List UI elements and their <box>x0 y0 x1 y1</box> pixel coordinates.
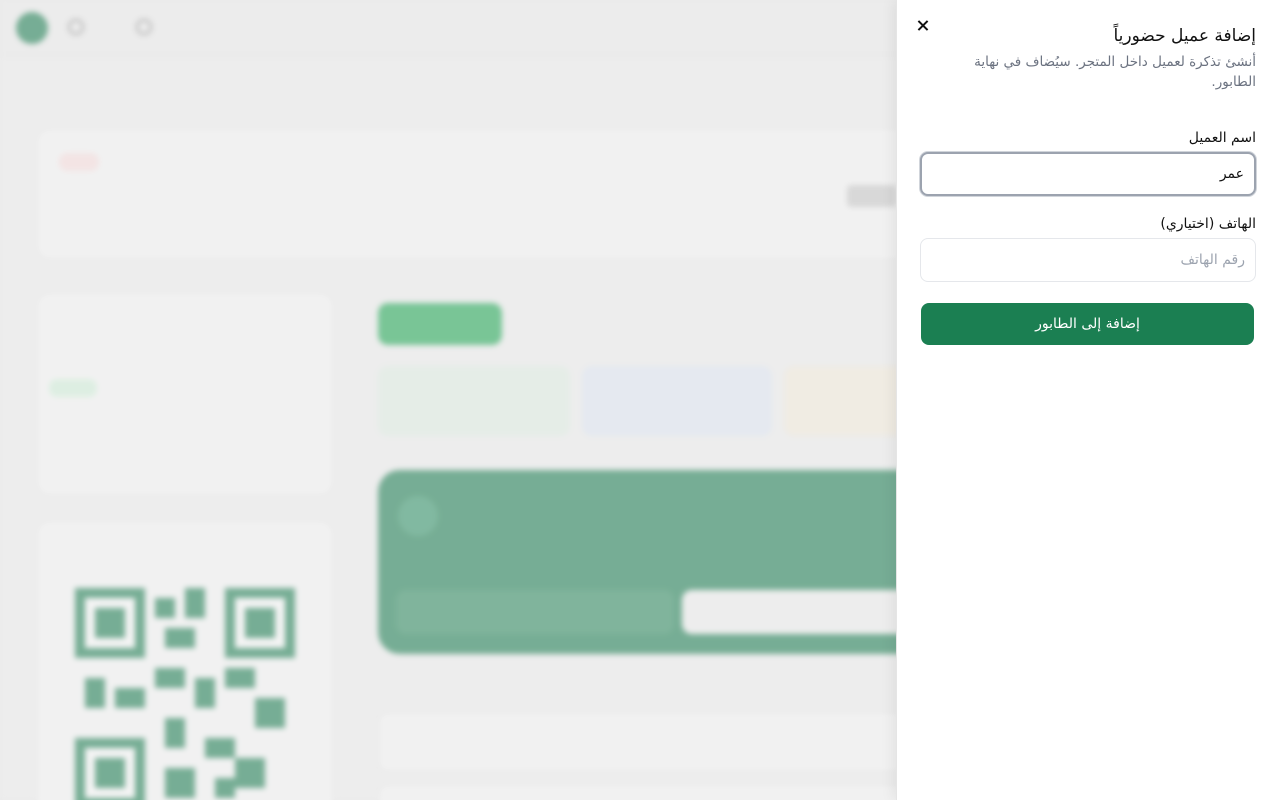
customer-name-label: اسم العميل <box>1188 130 1256 146</box>
close-icon[interactable] <box>913 16 933 36</box>
add-to-queue-button[interactable]: إضافة إلى الطابور <box>921 303 1254 345</box>
phone-input[interactable] <box>920 238 1256 282</box>
panel-description: أنشئ تذكرة لعميل داخل المتجر. سيُضاف في … <box>974 54 1256 90</box>
panel-title: إضافة عميل حضورياً <box>1113 26 1256 46</box>
phone-label: الهاتف (اختياري) <box>1160 216 1256 232</box>
customer-name-input[interactable] <box>920 152 1256 196</box>
add-walk-in-panel: إضافة عميل حضورياً أنشئ تذكرة لعميل داخل… <box>896 0 1280 800</box>
